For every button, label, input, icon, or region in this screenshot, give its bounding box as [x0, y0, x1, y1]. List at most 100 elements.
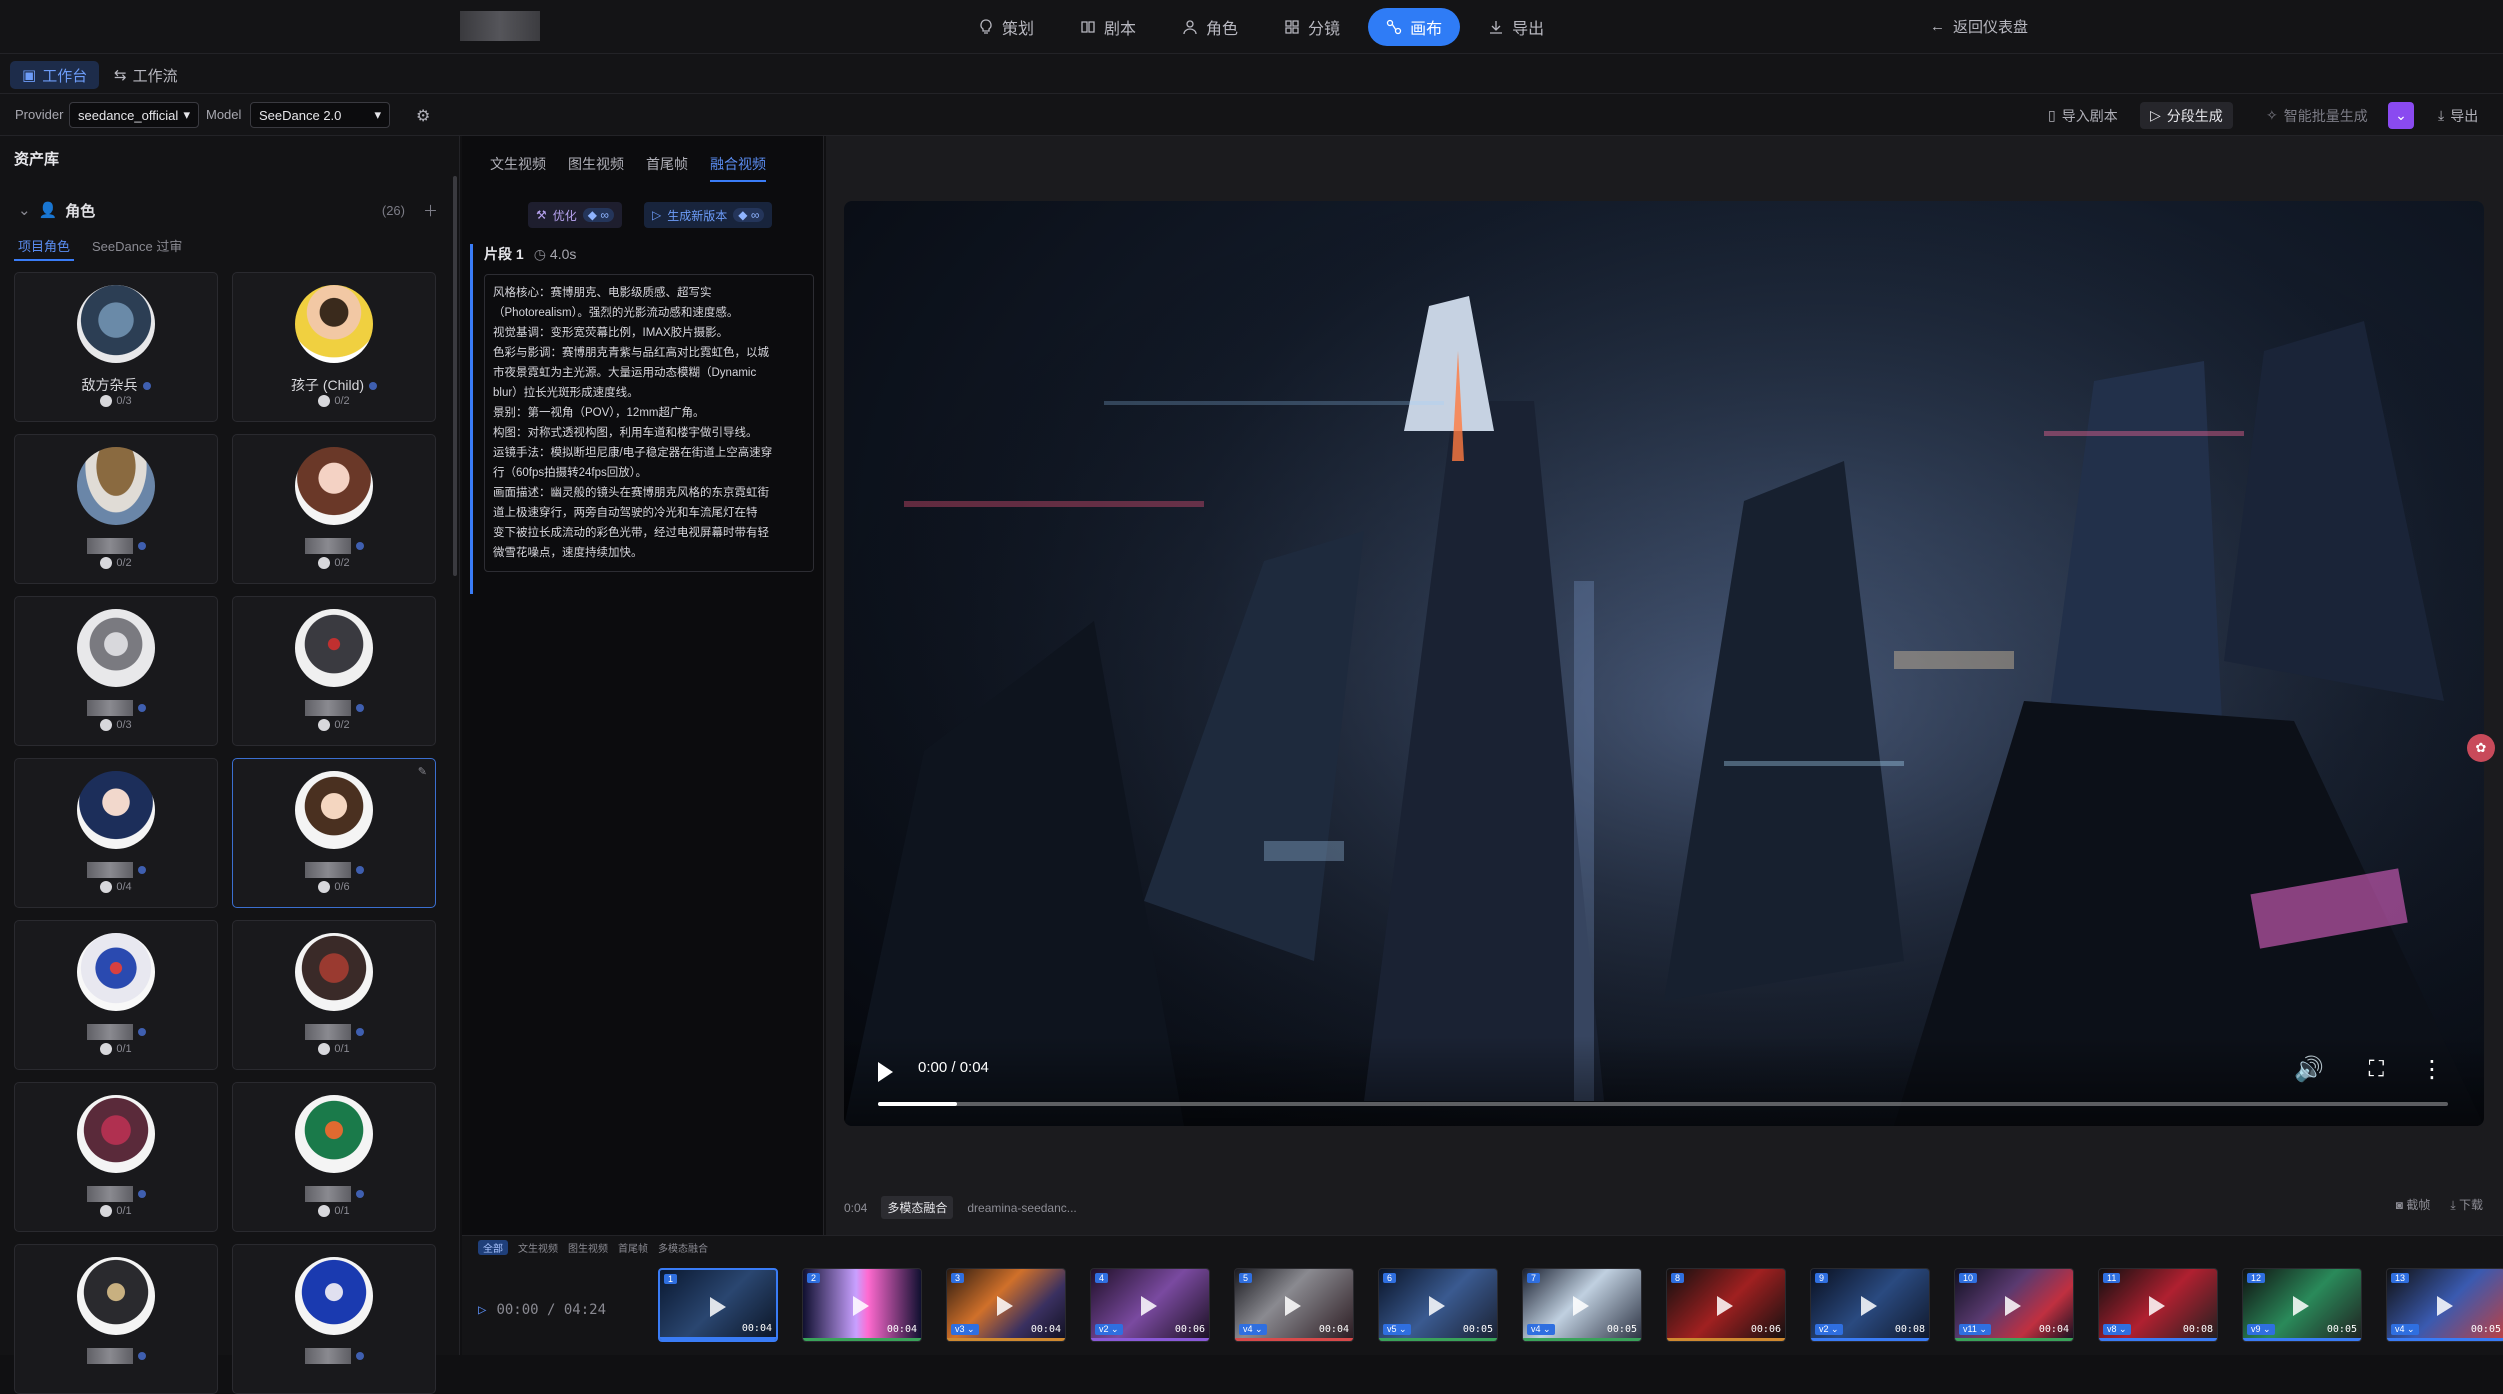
clip-version[interactable]: v3 ⌄ — [951, 1324, 979, 1335]
nav-export[interactable]: 导出 — [1470, 8, 1562, 46]
edit-icon[interactable]: ✎ — [418, 765, 427, 778]
more-options-icon[interactable]: ⋮ — [2420, 1055, 2444, 1084]
play-icon[interactable] — [2293, 1296, 2309, 1316]
tab-image-to-video[interactable]: 图生视频 — [568, 154, 624, 182]
optimize-button[interactable]: ⚒ 优化 ◆ ∞ — [528, 202, 622, 228]
character-card[interactable]: 0/2 — [14, 434, 218, 584]
play-icon[interactable]: ▷ — [478, 1302, 486, 1318]
download-button[interactable]: ⤓ 下载 — [2450, 1196, 2483, 1213]
character-card[interactable] — [14, 1244, 218, 1394]
character-card[interactable] — [232, 1244, 436, 1394]
smart-batch-button[interactable]: ✧ 智能批量生成 — [2256, 102, 2378, 129]
character-card[interactable]: 0/1 — [14, 920, 218, 1070]
clip-version[interactable]: v11 ⌄ — [1959, 1324, 1991, 1335]
clip-version[interactable]: v9 ⌄ — [2247, 1324, 2275, 1335]
scrollbar[interactable] — [453, 176, 457, 576]
timeline-clip[interactable]: 11 v8 ⌄ 00:08 — [2098, 1268, 2218, 1342]
export-button[interactable]: ⤓ 导出 — [2428, 102, 2488, 129]
settings-button[interactable]: ⚙ — [406, 102, 440, 129]
prompt-line: 构图：对称式透视构图，利用车道和楼宇做引导线。 — [493, 427, 758, 439]
back-to-dashboard[interactable]: ← 返回仪表盘 — [1930, 16, 2028, 37]
nav-storyboard[interactable]: 分镜 — [1266, 8, 1358, 46]
import-script-button[interactable]: ▯ 导入剧本 — [2038, 102, 2128, 129]
clip-version[interactable]: v2 ⌄ — [1095, 1324, 1123, 1335]
play-icon[interactable] — [1429, 1296, 1445, 1316]
clip-version[interactable]: v5 ⌄ — [1383, 1324, 1411, 1335]
screenshot-button[interactable]: ◙ 截帧 — [2396, 1196, 2431, 1213]
character-card[interactable]: 0/6 ✎ — [232, 758, 436, 908]
generate-new-version-button[interactable]: ▷ 生成新版本 ◆ ∞ — [644, 202, 773, 228]
play-icon[interactable] — [1717, 1296, 1733, 1316]
tab-text-to-video[interactable]: 文生视频 — [490, 154, 546, 182]
floating-assistant-icon[interactable]: ✿ — [2467, 734, 2495, 762]
clip-version[interactable]: v8 ⌄ — [2103, 1324, 2131, 1335]
timeline-clip[interactable]: 5 v4 ⌄ 00:04 — [1234, 1268, 1354, 1342]
model-select[interactable]: SeeDance 2.0 ▾ — [250, 102, 390, 128]
add-icon[interactable]: ＋ — [423, 200, 438, 221]
clip-version[interactable]: v2 ⌄ — [1815, 1324, 1843, 1335]
clip-version[interactable]: v4 ⌄ — [1527, 1324, 1555, 1335]
clip-version[interactable]: v4 ⌄ — [1239, 1324, 1267, 1335]
timeline-clip[interactable]: 12 v9 ⌄ 00:05 — [2242, 1268, 2362, 1342]
play-icon[interactable] — [2149, 1296, 2165, 1316]
play-icon[interactable] — [1141, 1296, 1157, 1316]
tab-seedance-approved[interactable]: SeeDance 过审 — [92, 236, 182, 261]
tab-first-last-frame[interactable]: 首尾帧 — [646, 154, 688, 182]
timeline-clip[interactable]: 8 00:06 — [1666, 1268, 1786, 1342]
character-card[interactable]: 敌方杂兵 0/3 — [14, 272, 218, 422]
timeline-clip[interactable]: 13 v4 ⌄ 00:05 — [2386, 1268, 2503, 1342]
volume-icon[interactable]: 🔊 — [2294, 1055, 2324, 1084]
segment-card[interactable]: 片段 1 ◷ 4.0s 风格核心：赛博朋克、电影级质感、超写实 （Photorea… — [470, 244, 814, 594]
play-icon[interactable] — [710, 1297, 726, 1317]
segment-generate-button[interactable]: ▷ 分段生成 — [2140, 102, 2233, 129]
nav-characters[interactable]: 角色 — [1164, 8, 1256, 46]
character-section-header[interactable]: ⌄ 👤 角色 (26) ＋ — [18, 198, 438, 222]
provider-select[interactable]: seedance_official ▾ — [69, 102, 199, 128]
play-icon[interactable] — [997, 1296, 1013, 1316]
filter-image-to-video[interactable]: 图生视频 — [568, 1240, 608, 1255]
play-icon[interactable] — [1861, 1296, 1877, 1316]
timeline-clip[interactable]: 1 00:04 — [658, 1268, 778, 1342]
prompt-textarea[interactable]: 风格核心：赛博朋克、电影级质感、超写实 （Photorealism）。强烈的光影流… — [484, 274, 814, 572]
video-player[interactable]: 0:00 / 0:04 🔊 ⛶ ⋮ — [844, 201, 2484, 1126]
avatar — [77, 447, 155, 525]
nav-canvas[interactable]: 画布 — [1368, 8, 1461, 46]
character-card[interactable]: 0/1 — [232, 920, 436, 1070]
filter-all[interactable]: 全部 — [478, 1240, 508, 1255]
fullscreen-icon[interactable]: ⛶ — [2369, 1056, 2384, 1082]
timeline-clip[interactable]: 4 v2 ⌄ 00:06 — [1090, 1268, 1210, 1342]
character-card[interactable]: 0/4 — [14, 758, 218, 908]
timeline-clip[interactable]: 6 v5 ⌄ 00:05 — [1378, 1268, 1498, 1342]
character-card[interactable]: 0/3 — [14, 596, 218, 746]
tab-project-characters[interactable]: 项目角色 — [14, 236, 75, 261]
filter-text-to-video[interactable]: 文生视频 — [518, 1240, 558, 1255]
video-progress-fill — [878, 1102, 957, 1106]
timeline-clip[interactable]: 3 v3 ⌄ 00:04 — [946, 1268, 1066, 1342]
play-icon[interactable] — [1573, 1296, 1589, 1316]
nav-label: 角色 — [1206, 21, 1239, 38]
timeline-clip[interactable]: 7 v4 ⌄ 00:05 — [1522, 1268, 1642, 1342]
play-icon[interactable] — [878, 1062, 893, 1082]
batch-dropdown-button[interactable]: ⌄ — [2388, 102, 2414, 129]
character-card[interactable]: 0/2 — [232, 434, 436, 584]
character-card[interactable]: 0/1 — [14, 1082, 218, 1232]
timeline-clip[interactable]: 10 v11 ⌄ 00:04 — [1954, 1268, 2074, 1342]
tab-workflow[interactable]: ⇆ 工作流 — [102, 61, 190, 89]
video-progress[interactable] — [878, 1102, 2448, 1106]
tab-workbench[interactable]: ▣ 工作台 — [10, 61, 100, 89]
play-icon[interactable] — [2005, 1296, 2021, 1316]
play-icon[interactable] — [1285, 1296, 1301, 1316]
timeline-clip[interactable]: 2 00:04 — [802, 1268, 922, 1342]
play-icon[interactable] — [2437, 1296, 2453, 1316]
filter-first-last-frame[interactable]: 首尾帧 — [618, 1240, 648, 1255]
character-card[interactable]: 孩子 (Child) 0/2 — [232, 272, 436, 422]
filter-multimodal[interactable]: 多模态融合 — [658, 1240, 708, 1255]
nav-script[interactable]: 剧本 — [1062, 8, 1154, 46]
timeline-clip[interactable]: 9 v2 ⌄ 00:08 — [1810, 1268, 1930, 1342]
character-card[interactable]: 0/1 — [232, 1082, 436, 1232]
nav-planning[interactable]: 策划 — [960, 8, 1052, 46]
tab-fusion-video[interactable]: 融合视频 — [710, 154, 766, 182]
clip-version[interactable]: v4 ⌄ — [2391, 1324, 2419, 1335]
character-card[interactable]: 0/2 — [232, 596, 436, 746]
play-icon[interactable] — [853, 1296, 869, 1316]
